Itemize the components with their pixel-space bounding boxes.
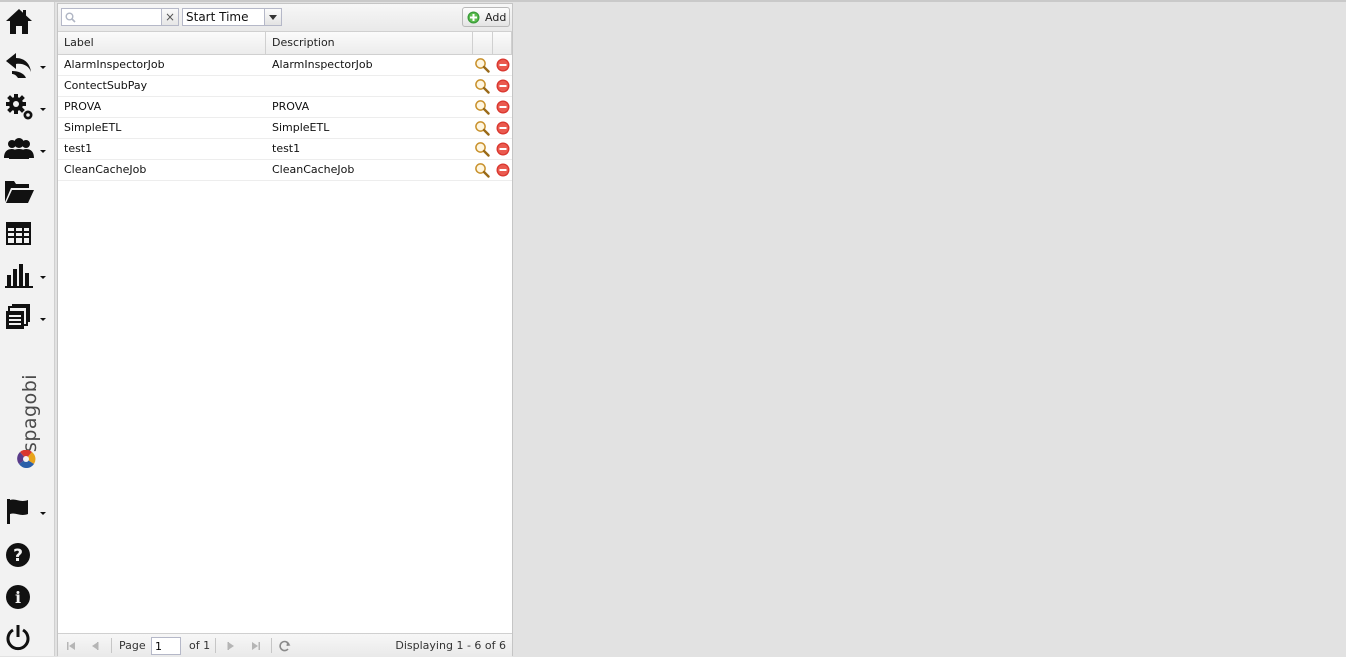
delete-icon[interactable]: [495, 57, 511, 73]
search-field[interactable]: [61, 8, 162, 26]
cell-label: ContectSubPay: [64, 79, 148, 92]
first-page-icon[interactable]: [64, 639, 78, 653]
table-row[interactable]: test1 test1: [58, 139, 512, 160]
cell-description: AlarmInspectorJob: [272, 58, 373, 71]
sidebar-item-help[interactable]: ?: [0, 536, 54, 574]
grid-toolbar: × Start Time Add: [58, 4, 512, 32]
cell-description: CleanCacheJob: [272, 163, 355, 176]
chevron-down-icon[interactable]: [264, 9, 281, 25]
delete-icon[interactable]: [495, 162, 511, 178]
chevron-down-icon: [40, 318, 46, 321]
sidebar-item-folder[interactable]: [0, 172, 54, 210]
page-count-label: of 1: [189, 639, 211, 652]
chevron-down-icon: [40, 66, 46, 69]
cell-description: SimpleETL: [272, 121, 330, 134]
grid-body: AlarmInspectorJob AlarmInspectorJob Contec…: [58, 55, 512, 181]
users-icon: [4, 138, 34, 159]
spagobi-logo: spagobi: [10, 372, 44, 472]
documents-icon: [6, 304, 30, 329]
chevron-down-icon: [40, 150, 46, 153]
sidebar-item-logout[interactable]: [0, 618, 54, 656]
magnifier-icon[interactable]: [474, 57, 490, 73]
sidebar-item-home[interactable]: [0, 2, 54, 40]
chevron-down-icon: [40, 108, 46, 111]
page-label: Page: [119, 639, 146, 652]
flag-icon: [7, 499, 28, 524]
table-icon: [6, 222, 31, 245]
sort-field-value: Start Time: [186, 10, 249, 24]
delete-icon[interactable]: [495, 99, 511, 115]
sidebar-item-share[interactable]: [0, 46, 54, 84]
cell-label: SimpleETL: [64, 121, 122, 134]
refresh-icon[interactable]: [278, 639, 292, 653]
paging-separator: [271, 638, 272, 653]
scheduler-grid-panel: × Start Time Add Label Description Alarm…: [57, 3, 513, 657]
cell-label: CleanCacheJob: [64, 163, 147, 176]
folder-open-icon: [5, 181, 34, 203]
sidebar-item-users[interactable]: [0, 130, 54, 168]
delete-icon[interactable]: [495, 120, 511, 136]
cell-label: test1: [64, 142, 93, 155]
sidebar: spagobi ? i: [0, 2, 55, 656]
table-row[interactable]: ContectSubPay: [58, 76, 512, 97]
paging-status: Displaying 1 - 6 of 6: [395, 639, 506, 652]
paging-toolbar: Page of 1 Displaying 1 - 6 of 6: [58, 633, 512, 657]
bar-chart-icon: [5, 264, 33, 288]
magnifier-icon[interactable]: [474, 162, 490, 178]
magnifier-icon[interactable]: [474, 78, 490, 94]
share-arrow-icon: [6, 53, 31, 78]
add-button-label: Add: [485, 11, 507, 24]
svg-text:?: ?: [13, 546, 23, 566]
sidebar-item-info[interactable]: i: [0, 578, 54, 616]
table-row[interactable]: PROVA PROVA: [58, 97, 512, 118]
paging-separator: [111, 638, 112, 653]
magnifier-icon[interactable]: [474, 141, 490, 157]
add-circle-icon: [467, 11, 480, 24]
svg-text:i: i: [15, 588, 21, 607]
table-row[interactable]: AlarmInspectorJob AlarmInspectorJob: [58, 55, 512, 76]
last-page-icon[interactable]: [249, 639, 263, 653]
table-row[interactable]: SimpleETL SimpleETL: [58, 118, 512, 139]
power-icon: [6, 625, 30, 651]
top-border: [0, 0, 1346, 2]
column-header-description[interactable]: Description: [266, 32, 473, 54]
home-icon: [6, 9, 32, 34]
magnifier-icon[interactable]: [474, 120, 490, 136]
magnifier-icon[interactable]: [474, 99, 490, 115]
table-row[interactable]: CleanCacheJob CleanCacheJob: [58, 160, 512, 181]
chevron-down-icon: [40, 276, 46, 279]
clear-search-button[interactable]: ×: [162, 8, 179, 26]
search-input[interactable]: [80, 9, 160, 25]
help-icon: ?: [6, 543, 30, 567]
sidebar-item-settings[interactable]: [0, 88, 54, 126]
add-button[interactable]: Add: [462, 7, 510, 27]
sort-field-select[interactable]: Start Time: [182, 8, 282, 26]
delete-icon[interactable]: [495, 141, 511, 157]
grid-header: Label Description: [58, 32, 512, 55]
column-header-detail: [473, 32, 493, 54]
cell-description: [266, 76, 272, 96]
info-icon: i: [6, 585, 30, 609]
sidebar-item-documents[interactable]: [0, 298, 54, 336]
search-icon: [65, 12, 76, 23]
logo-text: spagobi: [19, 373, 41, 453]
gears-icon: [6, 94, 33, 120]
prev-page-icon[interactable]: [88, 639, 102, 653]
cell-description: test1: [272, 142, 301, 155]
column-header-delete: [493, 32, 512, 54]
sidebar-item-language[interactable]: [0, 492, 54, 530]
page-number-input[interactable]: [151, 637, 181, 655]
cell-description: PROVA: [272, 100, 310, 113]
sidebar-item-table[interactable]: [0, 214, 54, 252]
paging-separator: [215, 638, 216, 653]
delete-icon[interactable]: [495, 78, 511, 94]
chevron-down-icon: [40, 512, 46, 515]
sidebar-item-charts[interactable]: [0, 256, 54, 294]
cell-label: AlarmInspectorJob: [64, 58, 165, 71]
next-page-icon[interactable]: [224, 639, 238, 653]
column-header-label[interactable]: Label: [58, 32, 266, 54]
logo-mark-icon: [17, 450, 36, 468]
cell-label: PROVA: [64, 100, 102, 113]
